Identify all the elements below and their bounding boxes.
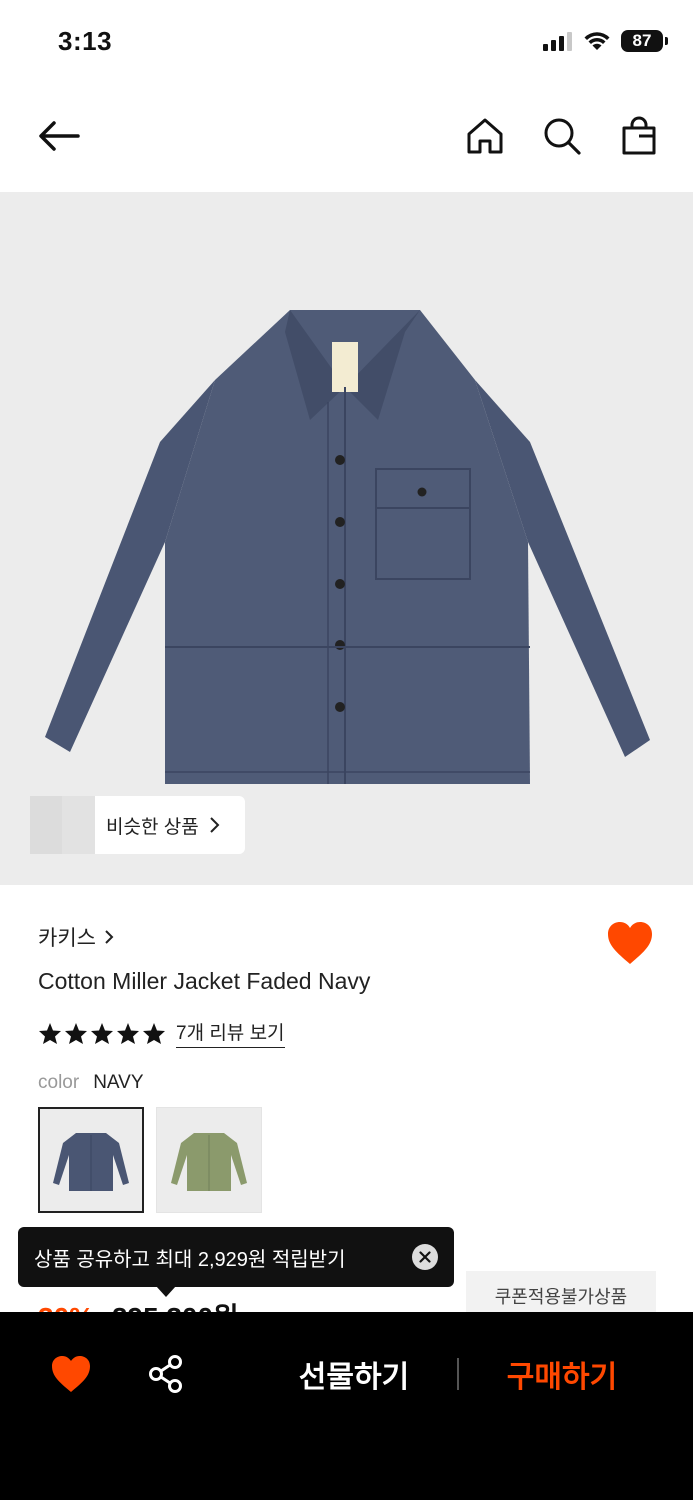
star-icon (65, 1022, 87, 1044)
star-icon (91, 1022, 113, 1044)
chevron-right-icon (209, 817, 220, 833)
search-icon[interactable] (540, 114, 584, 158)
rating-stars (38, 1022, 166, 1045)
chevron-right-icon (105, 930, 114, 944)
heart-icon[interactable] (606, 920, 654, 966)
reviews-link[interactable]: 7개 리뷰 보기 (176, 1018, 285, 1048)
battery-icon: 87 (621, 30, 668, 52)
wifi-icon (584, 32, 610, 50)
gift-button[interactable]: 선물하기 (254, 1352, 454, 1396)
similar-products-label-box: 비슷한 상품 (84, 796, 245, 854)
similar-thumbnails (30, 796, 96, 854)
khaki-jacket-thumbnail (171, 1133, 247, 1191)
buy-button[interactable]: 구매하기 (462, 1352, 662, 1396)
jacket-image (45, 310, 650, 784)
star-icon (39, 1022, 61, 1044)
divider (457, 1358, 459, 1390)
status-time: 3:13 (58, 26, 113, 56)
close-icon[interactable] (412, 1244, 438, 1270)
product-name: Cotton Miller Jacket Faded Navy (38, 968, 371, 994)
back-arrow-icon[interactable] (34, 116, 84, 156)
brand-link[interactable]: 카키스 (38, 922, 114, 952)
cellular-signal-icon (543, 32, 572, 51)
bottom-action-bar: 선물하기 구매하기 (0, 1312, 693, 1500)
tooltip-text: 상품 공유하고 최대 2,929원 적립받기 (34, 1248, 346, 1271)
similar-products-button[interactable]: 비슷한 상품 (30, 796, 245, 854)
share-icon[interactable] (146, 1354, 186, 1394)
battery-level: 87 (632, 31, 652, 50)
color-swatches (38, 1107, 262, 1213)
color-row: color NAVY (38, 1072, 144, 1094)
top-nav (0, 100, 693, 174)
color-label: color (38, 1072, 80, 1093)
product-image[interactable]: 비슷한 상품 (0, 192, 693, 885)
share-reward-tooltip: 상품 공유하고 최대 2,929원 적립받기 (18, 1227, 454, 1297)
star-icon (143, 1022, 165, 1044)
navy-jacket-thumbnail (53, 1133, 129, 1191)
similar-products-label: 비슷한 상품 (106, 816, 199, 838)
status-icons: 87 (543, 30, 668, 52)
heart-icon[interactable] (50, 1354, 92, 1394)
shopping-bag-icon[interactable] (617, 114, 661, 158)
home-icon[interactable] (463, 114, 507, 158)
swatch-navy[interactable] (38, 1107, 144, 1213)
status-bar: 3:13 87 (0, 0, 693, 80)
star-icon (117, 1022, 139, 1044)
rating-row: 7개 리뷰 보기 (38, 1018, 285, 1048)
brand-name: 카키스 (38, 927, 96, 950)
swatch-khaki[interactable] (156, 1107, 262, 1213)
color-value: NAVY (93, 1072, 144, 1093)
